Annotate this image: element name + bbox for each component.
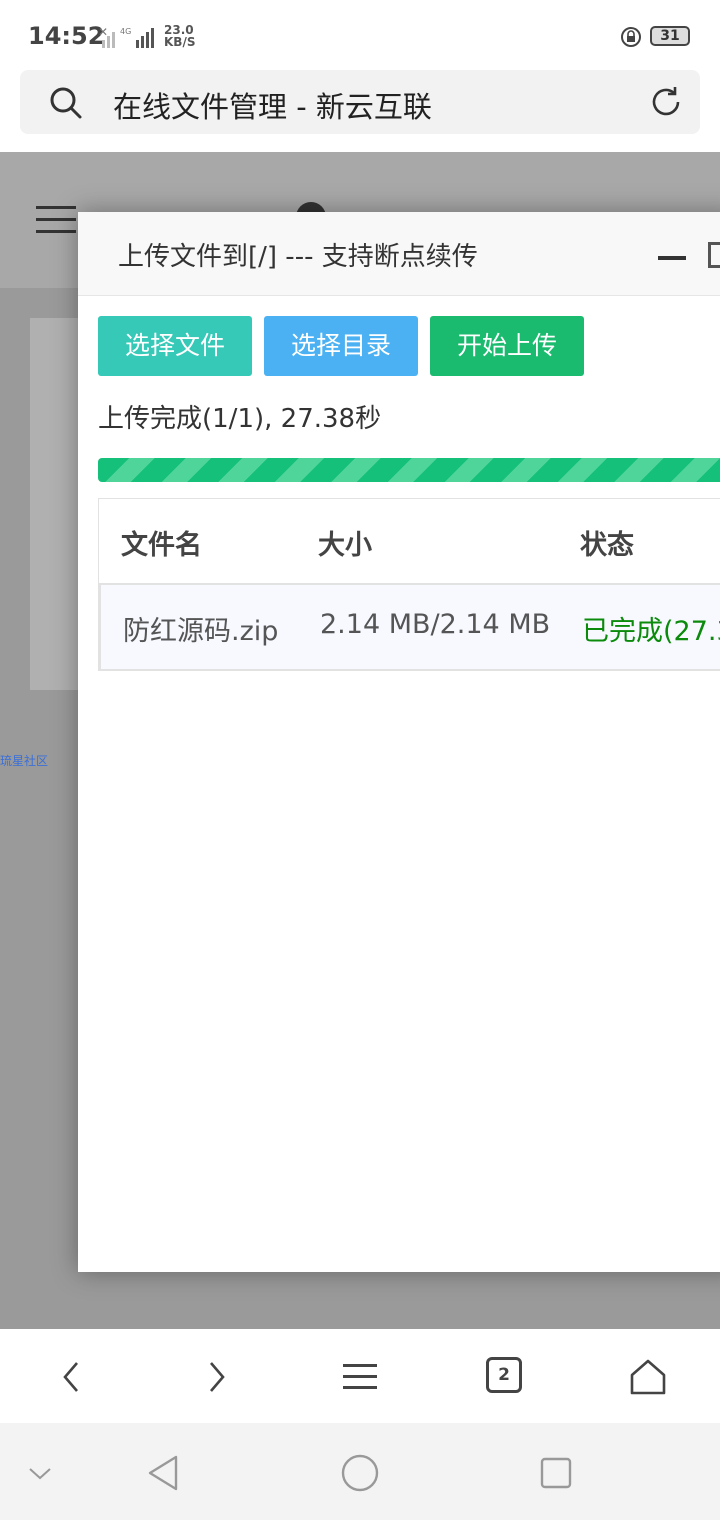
browser-toolbar [0, 1329, 720, 1423]
dialog-title: 上传文件到[/] --- 支持断点续传 [118, 242, 478, 272]
rotation-lock-icon [621, 27, 641, 47]
footer-link: 琉星社区 [0, 754, 49, 768]
table-row[interactable]: 防红源码.zip 2.14 MB/2.14 MB 已完成(27.3 [99, 585, 720, 671]
tabs-count-button[interactable]: 2 [486, 1357, 522, 1393]
nav-recents-icon[interactable] [534, 1451, 578, 1495]
clock: 14:52 [28, 22, 105, 50]
address-bar-container: 在线文件管理 - 新云互联 [0, 70, 720, 152]
maximize-icon[interactable] [708, 242, 720, 268]
table-header: 文件名 大小 状态 [99, 499, 720, 585]
select-directory-button[interactable]: 选择目录 [264, 316, 418, 376]
system-nav-bar [0, 1423, 720, 1520]
status-bar: 14:52 ✕ 4G 23.0 KB/S 31 [0, 0, 720, 70]
svg-text:✕: ✕ [98, 25, 108, 39]
header-filename: 文件名 [121, 530, 202, 561]
file-size: 2.14 MB/2.14 MB [320, 609, 551, 640]
reload-icon[interactable] [648, 84, 684, 120]
page-title[interactable]: 在线文件管理 - 新云互联 [113, 84, 432, 126]
nav-back-icon[interactable] [142, 1451, 186, 1495]
file-status: 已完成(27.3 [582, 616, 720, 647]
dialog-header: 上传文件到[/] --- 支持断点续传 [78, 212, 720, 296]
file-name: 防红源码.zip [123, 616, 279, 647]
network-speed: 23.0 KB/S [164, 23, 196, 49]
start-upload-button[interactable]: 开始上传 [430, 316, 584, 376]
back-icon[interactable] [50, 1355, 94, 1399]
upload-progress-bar [98, 458, 720, 482]
minimize-icon[interactable] [658, 256, 686, 260]
svg-text:4G: 4G [120, 27, 131, 36]
search-icon[interactable] [48, 85, 84, 121]
header-status: 状态 [580, 530, 634, 561]
home-icon[interactable] [626, 1355, 670, 1399]
upload-dialog: 上传文件到[/] --- 支持断点续传 选择文件 选择目录 开始上传 上传完成(… [78, 212, 720, 1272]
chevron-down-icon[interactable] [18, 1451, 62, 1495]
menu-icon [36, 206, 76, 233]
address-bar[interactable]: 在线文件管理 - 新云互联 [20, 70, 700, 134]
menu-icon[interactable] [338, 1355, 382, 1399]
upload-status: 上传完成(1/1), 27.38秒 [98, 404, 382, 434]
nav-home-icon[interactable] [338, 1451, 382, 1495]
battery-indicator: 31 [650, 26, 690, 46]
select-file-button[interactable]: 选择文件 [98, 316, 252, 376]
header-size: 大小 [318, 530, 372, 561]
forward-icon[interactable] [194, 1355, 238, 1399]
file-table: 文件名 大小 状态 防红源码.zip 2.14 MB/2.14 MB 已完成(2… [98, 498, 720, 671]
